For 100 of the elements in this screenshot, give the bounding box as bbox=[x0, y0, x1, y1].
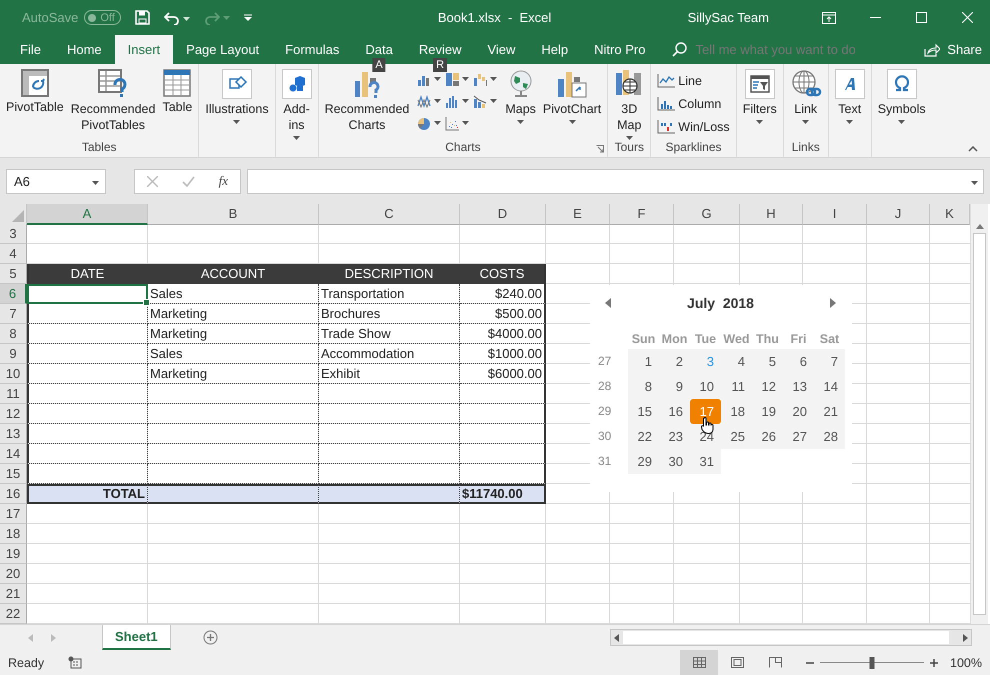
next-month-icon[interactable] bbox=[830, 298, 836, 308]
horizontal-scrollbar[interactable] bbox=[610, 629, 972, 646]
calendar-day[interactable]: 27 bbox=[783, 424, 814, 449]
chart-type-button[interactable] bbox=[445, 114, 470, 132]
ribbon-tab[interactable]: Home bbox=[54, 35, 115, 64]
maximize-icon[interactable] bbox=[916, 12, 926, 23]
ribbon-display-icon[interactable] bbox=[822, 12, 836, 24]
close-icon[interactable] bbox=[962, 12, 972, 23]
ribbon-button[interactable]: Win/Loss bbox=[654, 116, 733, 137]
calendar-day[interactable]: 8 bbox=[628, 374, 659, 399]
row-header[interactable]: 17 bbox=[0, 504, 27, 524]
scroll-up-icon[interactable] bbox=[976, 224, 984, 229]
calendar-day[interactable]: 10 bbox=[690, 374, 721, 399]
calendar-day[interactable]: 13 bbox=[783, 374, 814, 399]
calendar-day[interactable]: 6 bbox=[783, 349, 814, 374]
calendar-day[interactable]: 2 bbox=[659, 349, 690, 374]
calendar-day[interactable]: 1 bbox=[628, 349, 659, 374]
ribbon-button[interactable]: Table bbox=[159, 68, 196, 115]
row-header[interactable]: 3 bbox=[0, 224, 27, 244]
chart-type-button[interactable] bbox=[445, 70, 470, 88]
calendar-day[interactable]: 21 bbox=[814, 399, 845, 424]
zoom-level[interactable]: 100% bbox=[944, 656, 982, 670]
vertical-scrollbar[interactable] bbox=[970, 204, 988, 624]
row-header[interactable]: 18 bbox=[0, 524, 27, 544]
scrollbar-thumb[interactable] bbox=[973, 233, 986, 615]
calendar-day[interactable]: 22 bbox=[628, 424, 659, 449]
row-header[interactable]: 7 bbox=[0, 304, 27, 324]
zoom-slider-thumb[interactable] bbox=[870, 656, 874, 668]
row-header[interactable]: 14 bbox=[0, 444, 27, 464]
calendar-day[interactable]: 25 bbox=[721, 424, 752, 449]
ribbon-tab[interactable]: Page Layout bbox=[173, 35, 272, 64]
ribbon-tab[interactable]: Formulas bbox=[272, 35, 352, 64]
row-header[interactable]: 16 bbox=[0, 484, 27, 504]
row-header[interactable]: 13 bbox=[0, 424, 27, 444]
row-header[interactable]: 6 bbox=[0, 284, 27, 304]
column-header[interactable]: A bbox=[27, 204, 148, 225]
calendar-day[interactable]: 4 bbox=[721, 349, 752, 374]
calendar-day[interactable]: 30 bbox=[659, 449, 690, 474]
calendar-day[interactable]: 5 bbox=[752, 349, 783, 374]
minimize-icon[interactable] bbox=[870, 17, 880, 18]
ribbon-button[interactable]: Recommended PivotTables bbox=[68, 68, 158, 133]
ribbon-tab[interactable]: View bbox=[474, 35, 528, 64]
ribbon-menu-button[interactable]: Symbols bbox=[874, 68, 929, 124]
tell-me-field[interactable]: Tell me what you want to do bbox=[695, 42, 856, 57]
ribbon-menu-button[interactable]: Link bbox=[786, 68, 825, 124]
formula-field[interactable] bbox=[247, 168, 984, 194]
save-icon[interactable] bbox=[134, 10, 150, 25]
add-sheet-icon[interactable] bbox=[202, 630, 218, 645]
previous-month-icon[interactable] bbox=[605, 298, 611, 308]
zoom-in-icon[interactable] bbox=[930, 658, 938, 666]
dialog-launcher-icon[interactable] bbox=[596, 145, 604, 153]
scroll-left-icon[interactable] bbox=[614, 634, 619, 642]
row-header[interactable]: 19 bbox=[0, 544, 27, 564]
calendar-day[interactable]: 7 bbox=[814, 349, 845, 374]
active-cell[interactable] bbox=[27, 284, 148, 304]
ribbon-button[interactable]: PivotTable bbox=[3, 68, 67, 115]
row-header[interactable]: 5 bbox=[0, 264, 27, 284]
ribbon-menu-button[interactable]: Add-ins bbox=[278, 68, 315, 140]
row-header[interactable]: 11 bbox=[0, 384, 27, 404]
calendar-day[interactable]: 15 bbox=[628, 399, 659, 424]
row-header[interactable]: 4 bbox=[0, 244, 27, 264]
calendar-day[interactable]: 9 bbox=[659, 374, 690, 399]
ribbon-menu-button[interactable]: Maps bbox=[502, 68, 539, 124]
row-header[interactable]: 20 bbox=[0, 564, 27, 584]
ribbon-tab[interactable]: Insert bbox=[114, 35, 174, 64]
calendar-day[interactable]: 11 bbox=[721, 374, 752, 399]
row-header[interactable]: 9 bbox=[0, 344, 27, 364]
row-header[interactable]: 8 bbox=[0, 324, 27, 344]
ribbon-menu-button[interactable]: Filters bbox=[740, 68, 780, 124]
calendar-day[interactable]: 26 bbox=[752, 424, 783, 449]
row-header[interactable]: 10 bbox=[0, 364, 27, 384]
ribbon-menu-button[interactable]: Text bbox=[832, 68, 868, 124]
ribbon-menu-button[interactable]: PivotChart bbox=[540, 68, 604, 124]
calendar-day[interactable]: 12 bbox=[752, 374, 783, 399]
row-header[interactable]: 21 bbox=[0, 584, 27, 604]
ribbon-menu-button[interactable]: Illustrations bbox=[202, 68, 272, 124]
ribbon-tab[interactable]: Help bbox=[528, 35, 582, 64]
macro-recording-icon[interactable] bbox=[68, 656, 82, 669]
row-header[interactable]: 15 bbox=[0, 464, 27, 484]
name-box[interactable]: A6 bbox=[6, 168, 106, 194]
scrollbar-thumb[interactable] bbox=[623, 631, 949, 644]
insert-function-button[interactable]: fx bbox=[218, 173, 228, 189]
calendar-day[interactable]: 31 bbox=[690, 449, 721, 474]
customize-toolbar-icon[interactable] bbox=[244, 14, 252, 22]
calendar-day[interactable]: 14 bbox=[814, 374, 845, 399]
view-button[interactable] bbox=[680, 650, 718, 675]
calendar-day[interactable]: 18 bbox=[721, 399, 752, 424]
share-button[interactable]: Share bbox=[924, 35, 982, 64]
ribbon-button[interactable]: Line bbox=[654, 70, 705, 91]
calendar-day[interactable]: 28 bbox=[814, 424, 845, 449]
ribbon-button[interactable]: Column bbox=[654, 93, 724, 114]
row-header[interactable]: 22 bbox=[0, 604, 27, 624]
row-header[interactable]: 12 bbox=[0, 404, 27, 424]
collapse-ribbon-icon[interactable] bbox=[968, 146, 978, 152]
calendar-day[interactable]: 23 bbox=[659, 424, 690, 449]
ribbon-tab[interactable]: Nitro Pro bbox=[581, 35, 658, 64]
calendar-day[interactable]: 19 bbox=[752, 399, 783, 424]
scroll-right-icon[interactable] bbox=[963, 634, 968, 642]
ribbon-tab[interactable]: File bbox=[7, 35, 54, 64]
ribbon-menu-button[interactable]: 3D Map bbox=[611, 68, 648, 140]
